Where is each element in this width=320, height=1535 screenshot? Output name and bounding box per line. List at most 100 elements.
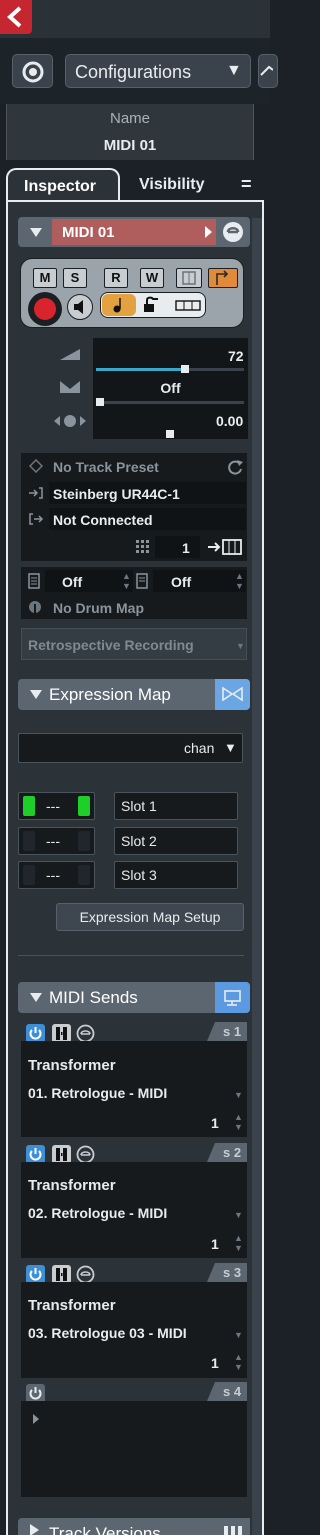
send-2-slot-label: s 2 (223, 1145, 242, 1160)
send-2-plugin[interactable]: Transformer (28, 1177, 116, 1194)
track-versions-title: Track Versions (49, 1524, 161, 1535)
channel-grid-icon (135, 539, 149, 553)
write-button[interactable]: W (140, 268, 164, 288)
volume-fader[interactable] (96, 365, 244, 373)
midi-sends-monitor-icon[interactable] (215, 982, 250, 1013)
pan-icon (58, 380, 82, 394)
reload-icon[interactable] (228, 459, 244, 475)
edit-instrument-icon[interactable] (219, 219, 247, 245)
send-4-expand-icon[interactable] (33, 1414, 39, 1424)
slot-indicator-right (78, 865, 90, 885)
collapse-arrow-icon[interactable] (30, 228, 42, 237)
slot-name-2-label: Slot 2 (121, 833, 157, 849)
keyboard-route-icon[interactable] (206, 538, 244, 556)
program-stepper[interactable]: ▲ ▼ (122, 571, 131, 591)
track-versions-collapse-icon[interactable] (30, 1524, 39, 1535)
volume-fader-handle[interactable] (180, 365, 189, 373)
send-4-box[interactable] (21, 1401, 247, 1497)
monitor-button[interactable] (67, 294, 93, 320)
lock-icon[interactable] (140, 294, 166, 316)
delay-fader-handle[interactable] (166, 430, 174, 438)
delay-icon (52, 413, 88, 429)
section-divider (18, 955, 244, 956)
slot-key-1-label: --- (46, 798, 60, 814)
send-1-plugin[interactable]: Transformer (28, 1057, 116, 1074)
send-2-channel-stepper[interactable]: ▲ ▼ (234, 1233, 243, 1253)
expand-right-icon[interactable] (205, 226, 212, 238)
program-value: Off (62, 574, 83, 590)
input-routing-value: Steinberg UR44C-1 (53, 486, 180, 502)
expression-map-setup-label: Expression Map Setup (79, 909, 221, 925)
send-1-destination[interactable]: 01. Retrologue - MIDI (28, 1085, 167, 1101)
tab-visibility[interactable]: Visibility (124, 168, 234, 200)
editor-grid-icon[interactable] (176, 268, 202, 288)
expression-map-collapse-icon[interactable] (30, 690, 42, 699)
send-1-channel-stepper[interactable]: ▲ ▼ (234, 1112, 243, 1132)
slot-key-2-label: --- (46, 833, 60, 849)
slot-name-3-label: Slot 3 (121, 867, 157, 883)
pan-fader[interactable] (96, 398, 244, 406)
track-preset-label[interactable]: No Track Preset (53, 459, 159, 475)
delay-fader[interactable] (96, 430, 244, 438)
send-1-destination-chevron-icon: ▼ (234, 1090, 243, 1100)
track-versions-icon[interactable] (215, 1518, 250, 1535)
slot-indicator-right (78, 831, 90, 851)
send-1-slot-label: s 1 (223, 1024, 242, 1039)
send-1-channel[interactable]: 1 (211, 1115, 219, 1131)
slot-active-indicator-left (23, 796, 35, 816)
slot-name-1-label: Slot 1 (121, 798, 157, 814)
drum-map-value[interactable]: No Drum Map (53, 600, 144, 616)
config-button[interactable] (12, 54, 53, 88)
volume-icon (58, 347, 82, 361)
expression-map-link-icon[interactable] (215, 679, 250, 710)
solo-button[interactable]: S (63, 268, 87, 288)
send-3-slot-label: s 3 (223, 1265, 242, 1280)
send-2-destination[interactable]: 02. Retrologue - MIDI (28, 1205, 167, 1221)
bank-value: Off (171, 574, 192, 590)
send-2-destination-chevron-icon: ▼ (234, 1210, 243, 1220)
tab-menu-button[interactable]: = (241, 174, 252, 195)
send-3-channel-stepper[interactable]: ▲ ▼ (234, 1352, 243, 1372)
title-bar (0, 0, 270, 38)
bank-field[interactable] (153, 570, 246, 592)
retrospective-chevron-icon: ▼ (236, 641, 245, 651)
channel-field[interactable] (155, 536, 200, 558)
send-4-slot-label: s 4 (223, 1384, 242, 1399)
speaker-icon (74, 300, 83, 314)
direct-routing-icon[interactable] (208, 268, 238, 288)
cubase-logo-icon[interactable] (0, 0, 32, 34)
send-3-plugin[interactable]: Transformer (28, 1297, 116, 1314)
output-routing-value: Not Connected (53, 512, 153, 528)
record-enable-button[interactable] (28, 292, 62, 326)
inspector-scrollbar[interactable] (252, 218, 262, 1535)
midi-sends-collapse-icon[interactable] (30, 993, 42, 1002)
tab-inspector[interactable]: Inspector (6, 168, 120, 204)
output-icon (28, 512, 44, 526)
send-3-channel[interactable]: 1 (211, 1355, 219, 1371)
configurations-label: Configurations (75, 62, 192, 82)
mute-button[interactable]: M (33, 268, 57, 288)
configurations-dropdown[interactable]: Configurations ▼ (65, 54, 251, 88)
slot-key-3-label: --- (46, 867, 60, 883)
home-icon[interactable] (258, 54, 278, 88)
program-field[interactable] (45, 570, 133, 592)
chevron-down-icon: ▼ (226, 62, 242, 79)
read-button[interactable]: R (104, 268, 128, 288)
send-2-channel[interactable]: 1 (211, 1236, 219, 1252)
track-name-value: MIDI 01 (103, 137, 157, 154)
musical-timebase-icon[interactable] (102, 294, 136, 316)
name-label: Name (109, 110, 150, 127)
lanes-icon[interactable] (172, 294, 204, 316)
pan-fader-handle[interactable] (96, 398, 104, 406)
send-3-destination[interactable]: 03. Retrologue 03 - MIDI (28, 1325, 187, 1341)
slot-indicator-left (23, 831, 35, 851)
expression-selector-chevron-icon: ▼ (224, 740, 237, 755)
drum-map-icon (28, 600, 42, 614)
retrospective-recording-label: Retrospective Recording (28, 637, 194, 653)
expression-map-title: Expression Map (49, 685, 171, 704)
bank-stepper[interactable]: ▲ ▼ (235, 571, 244, 591)
program-icon (28, 573, 40, 589)
track-header-name: MIDI 01 (62, 224, 115, 241)
send-3-destination-chevron-icon: ▼ (234, 1330, 243, 1340)
delay-value: 0.00 (216, 413, 244, 429)
